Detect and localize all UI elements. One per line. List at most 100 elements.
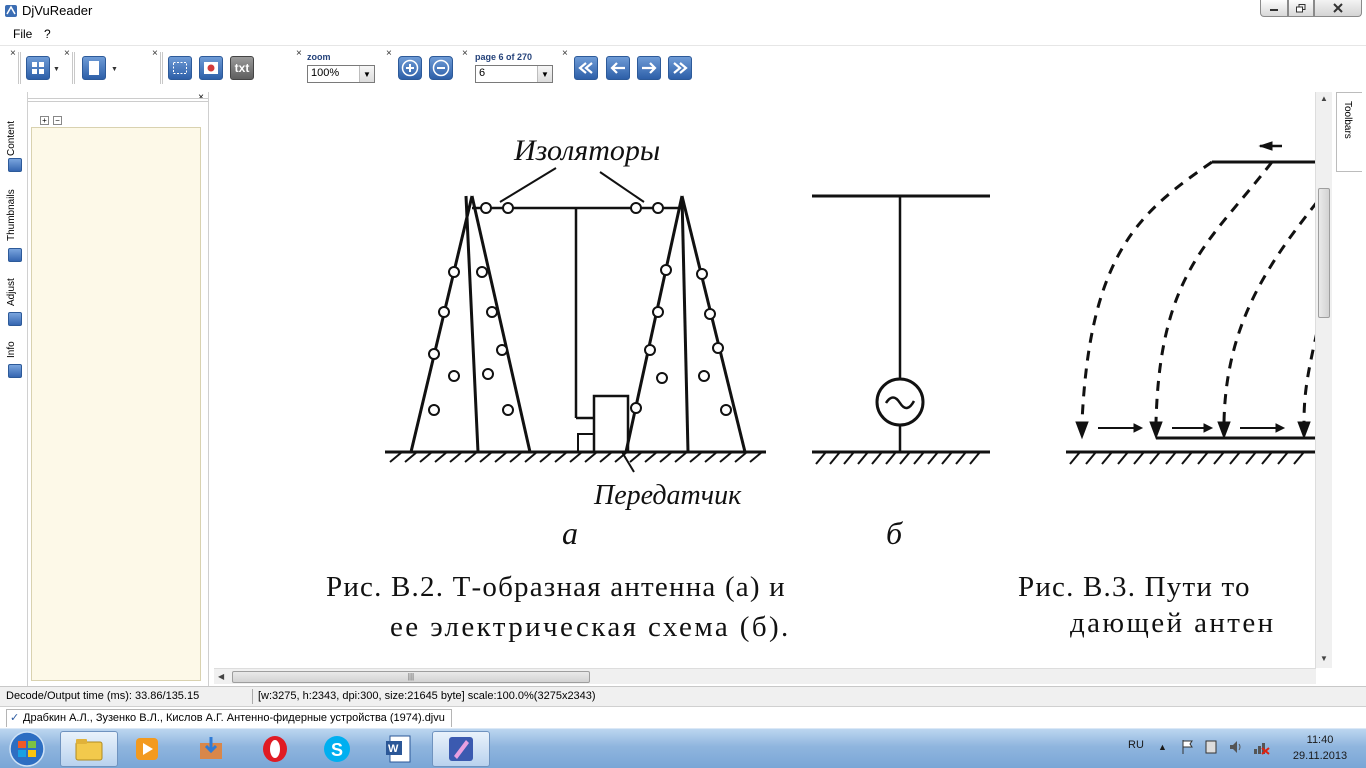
toolbar-handle[interactable]	[72, 52, 75, 84]
next-page-button[interactable]	[637, 56, 661, 80]
action-center-icon[interactable]	[1180, 739, 1194, 755]
toolbar-close-icon[interactable]: ×	[296, 49, 304, 59]
status-separator	[252, 689, 253, 704]
text-mode-label: txt	[234, 61, 250, 75]
scroll-left-icon[interactable]: ◀	[218, 672, 224, 681]
toolbar-handle[interactable]	[18, 52, 21, 84]
panel-handle[interactable]	[28, 98, 208, 102]
restore-icon	[1296, 3, 1306, 12]
toolbar-close-icon[interactable]: ×	[386, 49, 394, 59]
last-page-button[interactable]	[668, 56, 692, 80]
vertical-scroll-thumb[interactable]	[1318, 188, 1330, 318]
horizontal-scrollbar[interactable]: ◀ |||	[214, 668, 1316, 684]
thumbnails-icon[interactable]	[8, 248, 22, 262]
folder-icon	[75, 739, 103, 761]
maximize-button[interactable]	[1288, 0, 1314, 17]
first-page-button[interactable]	[574, 56, 598, 80]
info-icon[interactable]	[8, 364, 22, 378]
taskbar-djvu-reader[interactable]	[432, 731, 490, 767]
text-mode-button[interactable]: txt	[230, 56, 254, 80]
caption-figure-2-line-1: Рис. В.2. Т-образная антенна (а) и	[326, 571, 786, 603]
horizontal-scroll-thumb[interactable]: |||	[232, 671, 590, 683]
page-scan: Изоляторы Передатчик а б Рис. В.2. Т-обр…	[326, 134, 1319, 643]
page-icon	[89, 61, 99, 75]
clock[interactable]: 11:40 29.11.2013	[1282, 732, 1358, 764]
installer-icon	[200, 737, 222, 759]
document-page: Изоляторы Передатчик а б Рис. В.2. Т-обр…	[210, 92, 1319, 668]
start-button[interactable]	[3, 730, 51, 768]
page-number-value: 6	[479, 67, 486, 79]
taskbar-opera[interactable]	[246, 731, 304, 767]
tab-thumbnails[interactable]: Thumbnails	[6, 182, 22, 248]
svg-text:S: S	[331, 740, 343, 760]
caption-figure-3-line-2: дающей антен	[1070, 607, 1276, 639]
page-info-status: [w:3275, h:2343, dpi:300, size:21645 byt…	[258, 690, 596, 702]
toolbar-close-icon[interactable]: ×	[152, 49, 160, 59]
toolbar-handle[interactable]	[160, 52, 163, 84]
close-icon	[1333, 3, 1343, 13]
taskbar-explorer[interactable]	[60, 731, 118, 767]
clock-time: 11:40	[1306, 734, 1334, 746]
label-figure-b: б	[886, 515, 903, 551]
page-view-dropdown-icon[interactable]: ▼	[111, 66, 118, 73]
taskbar-skype[interactable]: S	[308, 731, 366, 767]
media-player-icon	[136, 738, 158, 760]
collapse-all-button[interactable]: −	[53, 116, 62, 125]
wrench-icon[interactable]	[8, 312, 22, 326]
layout-icon	[32, 62, 44, 74]
tray-expand-icon[interactable]: ▲	[1158, 742, 1167, 752]
vertical-scrollbar[interactable]: ▲ ▼	[1315, 92, 1332, 668]
page-number-select[interactable]: 6 ▼	[475, 65, 553, 83]
layout-button[interactable]	[26, 56, 50, 80]
zoom-in-icon	[401, 59, 419, 77]
select-region-icon	[173, 62, 187, 74]
label-insulators: Изоляторы	[513, 134, 660, 167]
zoom-value: 100%	[311, 67, 340, 79]
zoom-in-button[interactable]	[398, 56, 422, 80]
chevron-down-icon[interactable]: ▼	[537, 66, 552, 82]
page-count-label: page 6 of 270	[475, 52, 533, 62]
svg-text:W: W	[388, 743, 399, 755]
menu-help[interactable]: ?	[44, 27, 51, 41]
content-tree[interactable]	[31, 127, 201, 681]
network-icon[interactable]	[1252, 739, 1270, 755]
language-indicator[interactable]: RU	[1128, 739, 1144, 751]
expand-all-button[interactable]: +	[40, 116, 49, 125]
arrow-left-icon	[610, 62, 625, 74]
toolbar-close-icon[interactable]: ×	[10, 49, 18, 59]
status-bar: Decode/Output time (ms): 33.86/135.15 [w…	[0, 686, 1366, 706]
title-bar: DjVuReader	[0, 0, 1366, 22]
skype-icon: S	[324, 736, 350, 762]
zoom-select[interactable]: 100% ▼	[307, 65, 375, 83]
chevron-down-icon[interactable]: ▼	[359, 66, 374, 82]
scroll-down-icon[interactable]: ▼	[1320, 654, 1328, 663]
window-title: DjVuReader	[22, 3, 93, 18]
tree-controls: + −	[40, 112, 66, 126]
document-tab[interactable]: ✓ Драбкин А.Л., Зузенко В.Л., Кислов А.Г…	[6, 709, 452, 727]
scroll-up-icon[interactable]: ▲	[1320, 94, 1328, 103]
taskbar-media-player[interactable]	[118, 731, 176, 767]
tab-info[interactable]: Info	[6, 336, 22, 364]
select-image-button[interactable]	[199, 56, 223, 80]
toolbars-tab[interactable]: Toolbars	[1336, 92, 1362, 172]
select-region-button[interactable]	[168, 56, 192, 80]
page-view-button[interactable]	[82, 56, 106, 80]
minimize-button[interactable]	[1260, 0, 1288, 17]
toolbar-close-icon[interactable]: ×	[64, 49, 72, 59]
layout-dropdown-icon[interactable]: ▼	[53, 66, 60, 73]
content-icon[interactable]	[8, 158, 22, 172]
zoom-out-button[interactable]	[429, 56, 453, 80]
close-button[interactable]	[1314, 0, 1362, 17]
toolbar-close-icon[interactable]: ×	[462, 49, 470, 59]
taskbar-word[interactable]: W	[370, 731, 428, 767]
document-viewport[interactable]: Изоляторы Передатчик а б Рис. В.2. Т-обр…	[208, 92, 1332, 686]
taskbar-installer[interactable]	[182, 731, 240, 767]
previous-page-button[interactable]	[606, 56, 630, 80]
tab-adjust[interactable]: Adjust	[6, 272, 22, 312]
volume-icon[interactable]	[1228, 739, 1244, 755]
menu-file[interactable]: File	[13, 27, 32, 41]
toolbar-close-icon[interactable]: ×	[562, 49, 570, 59]
label-transmitter: Передатчик	[593, 480, 742, 511]
toolbars-tab-label: Toolbars	[1342, 101, 1353, 139]
device-icon[interactable]	[1204, 739, 1218, 755]
